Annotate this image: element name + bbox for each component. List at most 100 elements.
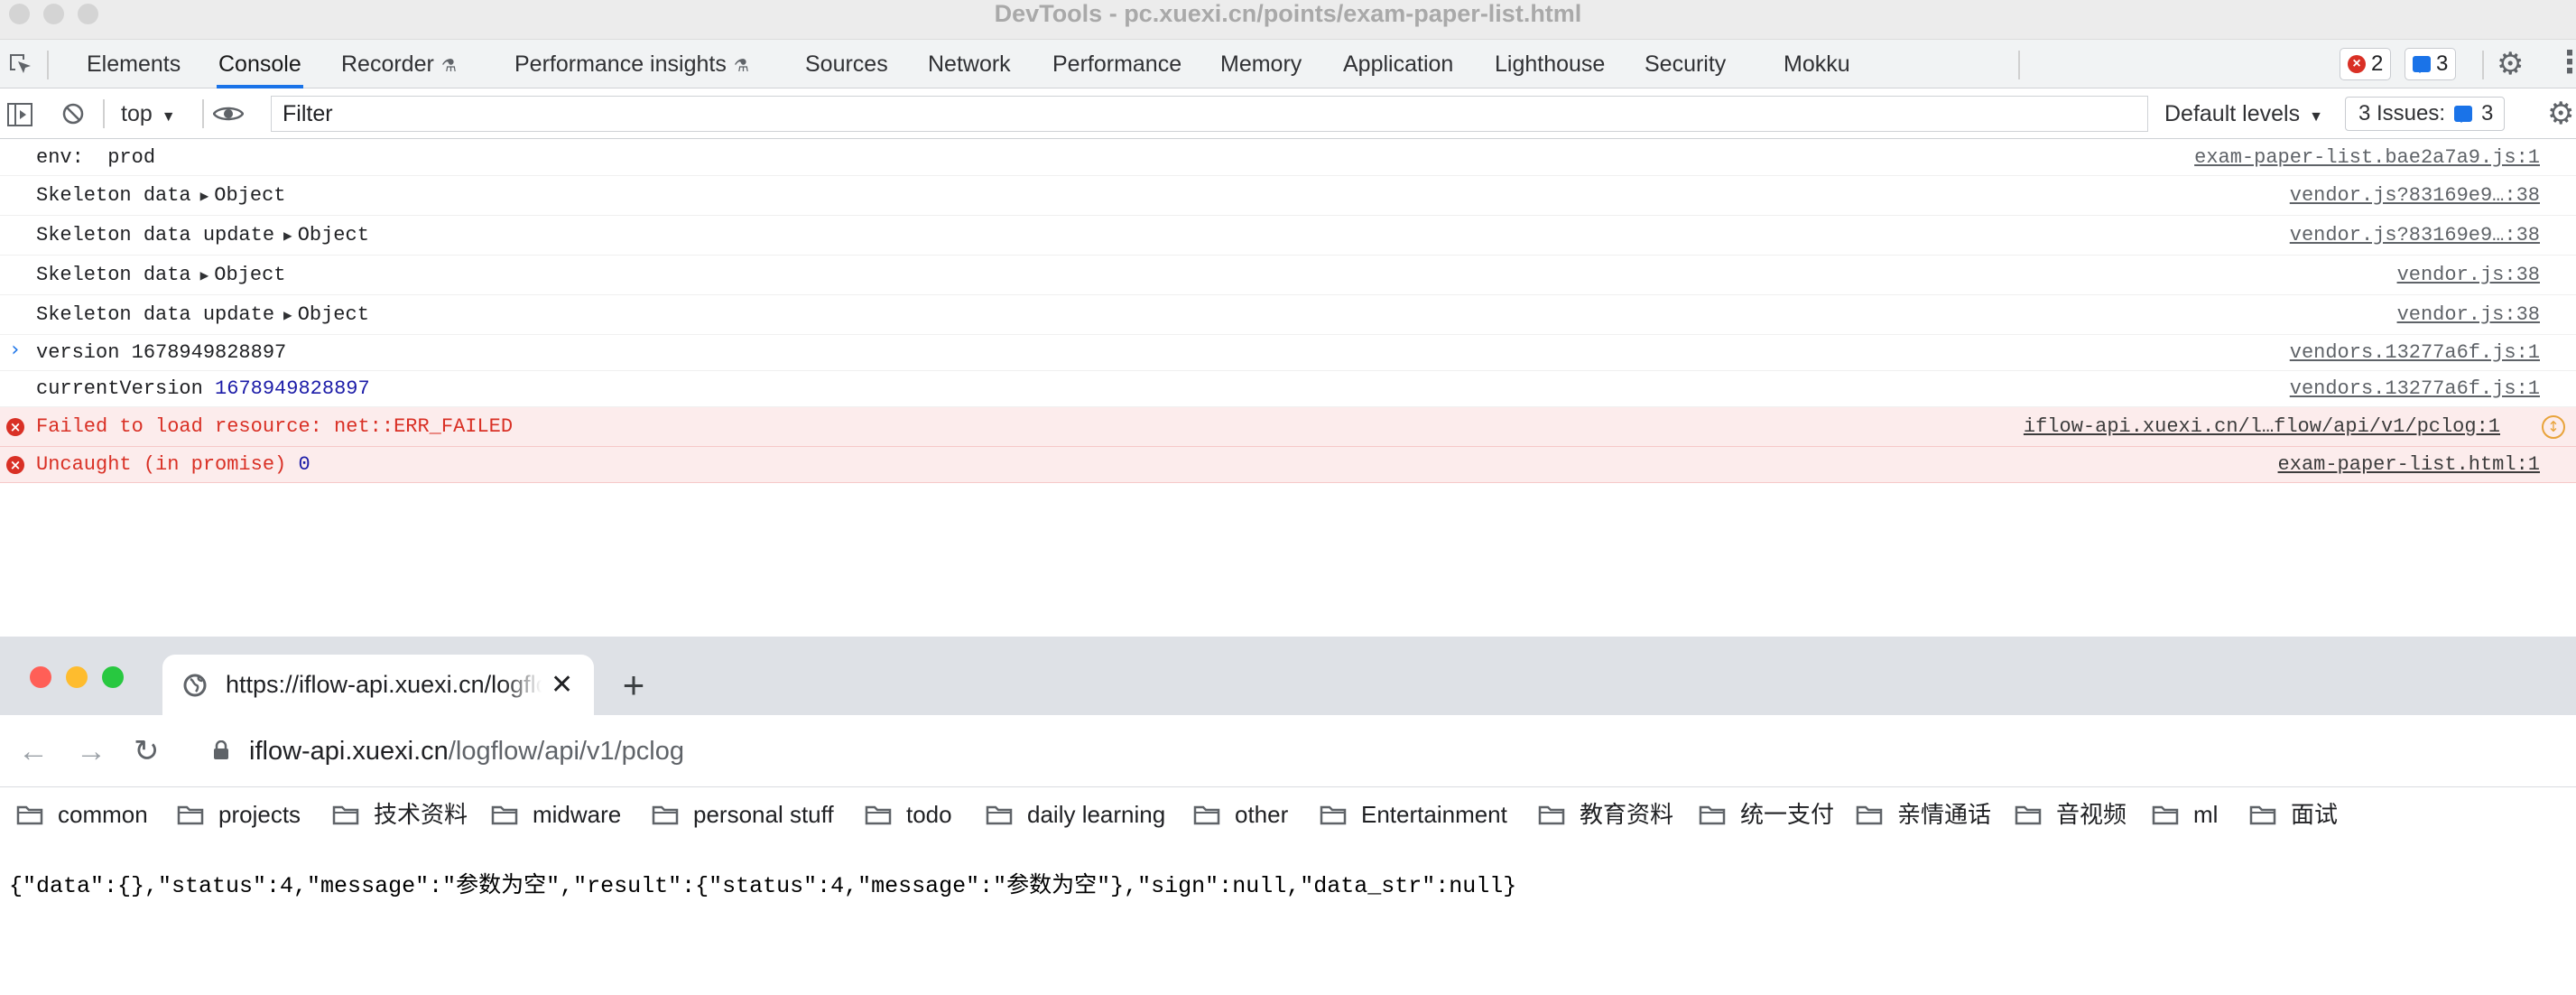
- close-tab-icon[interactable]: ✕: [551, 655, 573, 715]
- tab-separator: [2018, 51, 2020, 79]
- tab-label: Sources: [805, 51, 888, 77]
- new-tab-button[interactable]: +: [614, 655, 653, 715]
- message-count-badge[interactable]: 3: [2405, 48, 2457, 80]
- browser-tab[interactable]: https://iflow-api.xuexi.cn/logflow/api/v…: [162, 655, 594, 715]
- folder-icon: [986, 805, 1013, 825]
- bookmark-label: 统一支付: [1740, 801, 1835, 828]
- json-response-text: {"data":{},"status":4,"message":"参数为空","…: [9, 873, 1517, 899]
- minimize-window-light[interactable]: [66, 666, 88, 688]
- console-source-link[interactable]: vendor.js?83169e9…:38: [2290, 176, 2540, 216]
- console-prompt-icon[interactable]: ›: [9, 339, 21, 361]
- bookmark-folder[interactable]: other: [1193, 787, 1288, 842]
- issues-button[interactable]: 3 Issues: 3: [2345, 97, 2506, 131]
- bookmark-folder[interactable]: 面试: [2249, 787, 2338, 842]
- bookmark-label: 音视频: [2056, 801, 2127, 828]
- bookmark-folder[interactable]: projects: [177, 787, 301, 842]
- console-source-link[interactable]: exam-paper-list.html:1: [2278, 447, 2540, 483]
- devtools-window-title: DevTools - pc.xuexi.cn/points/exam-paper…: [994, 0, 1582, 27]
- console-toolbar: top ▼ Default levels ▼ 3 Issues: 3 ⚙: [0, 88, 2576, 139]
- url-text[interactable]: iflow-api.xuexi.cn/logflow/api/v1/pclog: [249, 728, 684, 775]
- expand-triangle-icon[interactable]: ▶: [283, 228, 292, 245]
- folder-icon: [1538, 805, 1565, 825]
- console-settings-gear-icon[interactable]: ⚙: [2547, 98, 2574, 129]
- tab-console[interactable]: Console: [217, 40, 303, 88]
- tab-application[interactable]: Application: [1343, 40, 1453, 88]
- tab-performance-insights[interactable]: Performance insights ⚗: [514, 40, 749, 88]
- back-arrow-icon[interactable]: ←: [18, 715, 49, 787]
- tab-label: Network: [928, 51, 1011, 77]
- live-expression-eye-icon[interactable]: [213, 105, 244, 123]
- folder-icon: [2015, 805, 2042, 825]
- address-bar[interactable]: iflow-api.xuexi.cn/logflow/api/v1/pclog: [190, 728, 2576, 775]
- context-label: top: [121, 101, 153, 126]
- settings-gear-icon[interactable]: ⚙: [2497, 49, 2524, 79]
- console-error-row: × Failed to load resource: net::ERR_FAILE…: [0, 407, 2576, 447]
- reload-icon[interactable]: ↻: [134, 715, 160, 787]
- console-log-row: Skeleton data update ▶ Object vendor.js:38: [0, 295, 2576, 335]
- bookmark-folder[interactable]: 技术资料: [332, 787, 468, 842]
- more-options-icon[interactable]: ⋮: [2554, 47, 2576, 78]
- bookmark-label: 技术资料: [374, 801, 468, 828]
- tab-memory[interactable]: Memory: [1220, 40, 1302, 88]
- console-source-link[interactable]: vendor.js:38: [2397, 256, 2540, 295]
- folder-icon: [1320, 805, 1347, 825]
- console-object-preview[interactable]: Object: [298, 224, 369, 246]
- console-number-value: 0: [298, 453, 310, 476]
- console-object-preview[interactable]: Object: [298, 303, 369, 326]
- error-icon: ×: [2348, 55, 2366, 73]
- console-source-link[interactable]: vendor.js?83169e9…:38: [2290, 216, 2540, 256]
- folder-icon: [652, 805, 679, 825]
- expand-triangle-icon[interactable]: ▶: [283, 308, 292, 324]
- bookmark-folder[interactable]: daily learning: [986, 787, 1165, 842]
- bookmark-folder[interactable]: 音视频: [2015, 787, 2127, 842]
- inspect-element-icon[interactable]: [7, 51, 34, 79]
- tab-sources[interactable]: Sources: [805, 40, 888, 88]
- tab-label: Performance insights: [514, 51, 727, 77]
- error-icon: ×: [6, 456, 24, 474]
- bookmark-folder[interactable]: common: [16, 787, 148, 842]
- caret-down-icon: ▼: [161, 109, 176, 125]
- bookmark-folder[interactable]: 统一支付: [1699, 787, 1834, 842]
- tab-elements[interactable]: Elements: [87, 40, 181, 88]
- tab-lighthouse[interactable]: Lighthouse: [1495, 40, 1605, 88]
- tab-recorder[interactable]: Recorder ⚗: [341, 40, 457, 88]
- console-source-link[interactable]: exam-paper-list.bae2a7a9.js:1: [2194, 140, 2540, 176]
- expand-triangle-icon[interactable]: ▶: [200, 268, 209, 284]
- console-source-link[interactable]: iflow-api.xuexi.cn/l…flow/api/v1/pclog:1: [2024, 407, 2500, 447]
- url-path: /logflow/api/v1/pclog: [448, 737, 684, 766]
- console-source-link[interactable]: vendor.js:38: [2397, 295, 2540, 335]
- context-selector[interactable]: top ▼: [121, 88, 176, 139]
- bookmark-folder[interactable]: Entertainment: [1320, 787, 1507, 842]
- bookmark-folder[interactable]: 亲情通话: [1856, 787, 1991, 842]
- tab-network[interactable]: Network: [928, 40, 1011, 88]
- console-message-text: Skeleton data update: [36, 224, 275, 246]
- tab-security[interactable]: Security: [1645, 40, 1726, 88]
- tab-performance[interactable]: Performance: [1052, 40, 1181, 88]
- lock-icon[interactable]: [213, 740, 229, 760]
- tab-mokku[interactable]: Mokku: [1784, 40, 1850, 88]
- console-source-link[interactable]: vendors.13277a6f.js:1: [2290, 371, 2540, 407]
- console-object-preview[interactable]: Object: [214, 184, 285, 207]
- toolbar-separator: [103, 99, 105, 128]
- folder-icon: [2249, 805, 2276, 825]
- bookmarks-bar: common projects 技术资料 midware personal stuff t…: [0, 787, 2576, 842]
- forward-arrow-icon[interactable]: →: [76, 715, 107, 787]
- bookmark-folder[interactable]: personal stuff: [652, 787, 834, 842]
- bookmark-folder[interactable]: todo: [865, 787, 952, 842]
- bookmark-folder[interactable]: ml: [2152, 787, 2218, 842]
- clear-console-icon[interactable]: [61, 102, 85, 126]
- zoom-window-light[interactable]: [102, 666, 124, 688]
- sidebar-toggle-icon[interactable]: [7, 103, 32, 126]
- console-object-preview[interactable]: Object: [214, 264, 285, 286]
- expand-triangle-icon[interactable]: ▶: [200, 189, 209, 205]
- console-source-link[interactable]: vendors.13277a6f.js:1: [2290, 335, 2540, 371]
- bookmark-folder[interactable]: midware: [491, 787, 621, 842]
- console-filter-input[interactable]: [271, 96, 2148, 132]
- bookmark-folder[interactable]: 教育资料: [1538, 787, 1673, 842]
- close-window-light[interactable]: [30, 666, 51, 688]
- network-request-icon[interactable]: ↕: [2542, 415, 2565, 439]
- message-count: 3: [2436, 51, 2449, 76]
- log-levels-dropdown[interactable]: Default levels ▼: [2164, 88, 2323, 139]
- console-log-row: currentVersion 1678949828897 vendors.1327…: [0, 371, 2576, 407]
- error-count-badge[interactable]: × 2: [2340, 48, 2392, 80]
